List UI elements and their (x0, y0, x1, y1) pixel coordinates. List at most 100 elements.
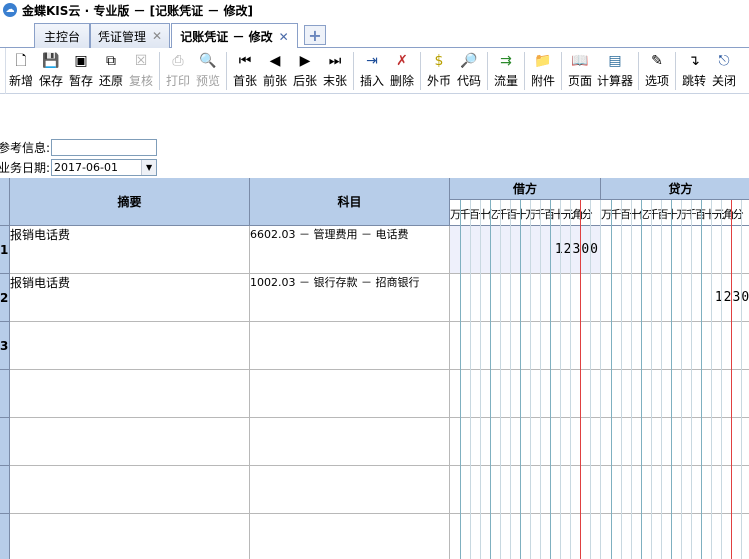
toolbar-label: 暂存 (68, 74, 93, 88)
tab-close-icon[interactable]: ✕ (279, 30, 289, 44)
credit-amount-cell[interactable]: 12300 (601, 274, 749, 322)
digit-divider (500, 200, 501, 559)
credit-amount-cell[interactable] (601, 418, 749, 466)
save-icon: 💾 (42, 53, 60, 69)
tab-label: 凭证管理 (97, 29, 146, 44)
chevron-down-icon[interactable]: ▼ (141, 160, 157, 175)
tab-close-icon[interactable]: ✕ (152, 29, 162, 43)
summary-header: 摘要 (10, 178, 250, 226)
credit-amount-cell[interactable] (601, 514, 749, 559)
voucher-info-area: 参考信息: 业务日期: 2017-06-01 ▼ (0, 94, 749, 178)
toolbar-button-next[interactable]: ▶ 后张 (290, 48, 320, 94)
close-door-icon: ⎋ (718, 53, 730, 69)
debit-units-header: 万千百十亿千百十万千百十元角分 (450, 200, 601, 226)
account-cell[interactable]: 6602.03 － 管理费用 － 电话费 (250, 226, 450, 274)
account-cell[interactable] (250, 418, 450, 466)
summary-cell[interactable] (10, 370, 250, 418)
toolbar-separator (524, 52, 525, 90)
summary-cell[interactable]: 报销电话费 (10, 274, 250, 322)
tab-voucher-edit[interactable]: 记账凭证 － 修改 ✕ (171, 23, 298, 49)
summary-cell[interactable] (10, 322, 250, 370)
toolbar-separator (675, 52, 676, 90)
toolbar-label: 跳转 (681, 74, 706, 88)
credit-amount-cell[interactable] (601, 466, 749, 514)
toolbar-button-print[interactable]: ⎙ 打印 (163, 48, 193, 94)
digit-divider (721, 200, 722, 559)
summary-cell[interactable] (10, 514, 250, 559)
debit-amount-cell[interactable] (450, 466, 601, 514)
toolbar: 🗋 新增 💾 保存 ▣ 暂存 ⧉ 还原 ☒ 复核 ⎙ 打印 🔍 预览 ⏮ 首张 ◀ 前张 ▶ 后张 ⏭ 末张 ⇥ 插入 ✗ 删除 $… (0, 48, 749, 94)
toolbar-label: 外币 (426, 74, 451, 88)
toolbar-button-options[interactable]: ✎ 选项 (642, 48, 672, 94)
temp-save-icon: ▣ (74, 53, 88, 69)
toolbar-button-delete-row[interactable]: ✗ 删除 (387, 48, 417, 94)
toolbar-button-new-doc[interactable]: 🗋 新增 (6, 48, 36, 94)
toolbar-button-calculator[interactable]: ▤ 计算器 (595, 48, 635, 94)
toolbar-label: 页面 (567, 74, 592, 88)
row-number: 3 (0, 322, 10, 370)
first-icon: ⏮ (238, 53, 252, 69)
debit-amount-cell[interactable] (450, 514, 601, 559)
digit-divider (600, 200, 601, 559)
summary-cell[interactable]: 报销电话费 (10, 226, 250, 274)
toolbar-button-currency[interactable]: $ 外币 (424, 48, 454, 94)
tab-voucher-management[interactable]: 凭证管理 ✕ (90, 23, 170, 48)
debit-amount-cell[interactable]: 12300 (450, 226, 601, 274)
toolbar-button-first[interactable]: ⏮ 首张 (230, 48, 260, 94)
calculator-icon: ▤ (608, 53, 622, 69)
toolbar-button-temp-save[interactable]: ▣ 暂存 (66, 48, 96, 94)
toolbar-label: 选项 (644, 74, 669, 88)
toolbar-button-save[interactable]: 💾 保存 (36, 48, 66, 94)
ref-info-input[interactable] (51, 139, 158, 156)
account-cell[interactable]: 1002.03 － 银行存款 － 招商银行 (250, 274, 450, 322)
biz-date-picker[interactable]: 2017-06-01 ▼ (51, 159, 158, 176)
toolbar-button-restore[interactable]: ⧉ 还原 (96, 48, 126, 94)
summary-cell[interactable] (10, 466, 250, 514)
toolbar-button-cashflow[interactable]: ⇉ 流量 (491, 48, 521, 94)
digit-divider (661, 200, 662, 559)
credit-amount-cell[interactable] (601, 226, 749, 274)
window-title: 金蝶KIS云 · 专业版 － [记账凭证 － 修改] (22, 3, 254, 18)
toolbar-button-jump[interactable]: ↴ 跳转 (679, 48, 709, 94)
account-cell[interactable] (250, 466, 450, 514)
next-icon: ▶ (299, 53, 311, 69)
digit-divider (470, 200, 471, 559)
credit-amount-cell[interactable] (601, 322, 749, 370)
toolbar-button-code[interactable]: 🔎 代码 (454, 48, 484, 94)
print-icon: ⎙ (172, 53, 184, 69)
toolbar-button-insert-row[interactable]: ⇥ 插入 (357, 48, 387, 94)
debit-amount-cell[interactable] (450, 322, 601, 370)
toolbar-label: 还原 (98, 74, 123, 88)
options-icon: ✎ (651, 53, 663, 69)
code-icon: 🔎 (460, 53, 478, 69)
debit-amount: 12300 (554, 242, 599, 257)
debit-amount-cell[interactable] (450, 370, 601, 418)
toolbar-label: 后张 (292, 74, 317, 88)
debit-amount-cell[interactable] (450, 418, 601, 466)
debit-amount-cell[interactable] (450, 274, 601, 322)
currency-icon: $ (434, 53, 444, 69)
summary-cell[interactable] (10, 418, 250, 466)
digit-divider (520, 200, 521, 559)
toolbar-button-review[interactable]: ☒ 复核 (126, 48, 156, 94)
toolbar-label: 打印 (165, 74, 190, 88)
credit-amount-cell[interactable] (601, 370, 749, 418)
account-cell[interactable] (250, 514, 450, 559)
add-tab-icon[interactable]: + (304, 25, 326, 45)
digit-divider (570, 200, 571, 559)
toolbar-button-book[interactable]: 📖 页面 (565, 48, 595, 94)
toolbar-button-prev[interactable]: ◀ 前张 (260, 48, 290, 94)
toolbar-button-last[interactable]: ⏭ 末张 (320, 48, 350, 94)
digit-divider (701, 200, 702, 559)
tab-main-console[interactable]: 主控台 (34, 23, 90, 48)
account-cell[interactable] (250, 370, 450, 418)
account-cell[interactable] (250, 322, 450, 370)
row-number: 1 (0, 226, 10, 274)
toolbar-button-folder[interactable]: 📁 附件 (528, 48, 558, 94)
toolbar-button-close-door[interactable]: ⎋ 关闭 (709, 48, 739, 94)
toolbar-button-preview[interactable]: 🔍 预览 (193, 48, 223, 94)
row-number (0, 418, 10, 466)
digit-divider (530, 200, 531, 559)
title-bar: ☁ 金蝶KIS云 · 专业版 － [记账凭证 － 修改] (0, 0, 749, 20)
debit-header: 借方 (450, 178, 601, 200)
